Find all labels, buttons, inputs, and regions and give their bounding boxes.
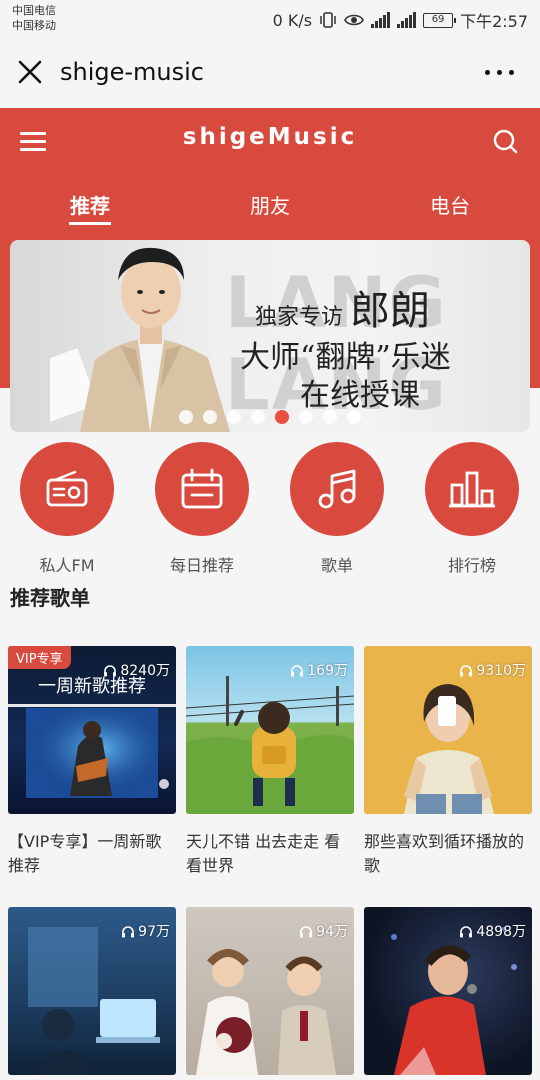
play-count: 97万 [121,921,170,941]
carousel-dot[interactable] [203,410,217,424]
more-options-icon[interactable] [485,70,514,75]
playlist-name: 那些喜欢到循环播放的歌 [364,832,525,875]
tab-recommend[interactable]: 推荐 [50,190,130,219]
clock: 下午2:57 [460,12,528,31]
battery-icon: 69 [423,12,457,28]
feature-label: 排行榜 [447,556,496,575]
banner-carousel[interactable]: LANG LANG 独家专访 郎朗 大师“翻牌”乐迷 在线授课 [10,240,530,432]
headphones-icon [122,925,135,937]
feature-label: 每日推荐 [169,556,234,575]
chart-bars-icon [449,471,495,508]
playlist-cover: 9310万 [364,646,532,814]
playlist-cover: 94万 [186,907,354,1075]
playlist-card[interactable]: VIP专享 一周新歌推荐 8240万 【VIP专享】一周新歌推荐 [8,646,176,878]
vibrate-icon [320,12,336,28]
search-icon[interactable] [492,128,518,154]
status-bar: 中国电信 中国移动 0 K/s 69 下午2:57 [0,0,540,40]
carousel-dot[interactable] [347,410,361,424]
carrier-1: 中国电信 [12,4,56,17]
banner-person-image [50,247,230,432]
app-title: shigeMusic [182,124,358,150]
carousel-dot[interactable] [179,410,193,424]
playlist-card[interactable]: 4898万 [364,907,532,1075]
carrier-2: 中国移动 [12,19,56,32]
network-speed: 0 K/s [272,10,313,30]
banner-line3: 在线授课 [300,378,420,413]
playlist-card[interactable]: 97万 [8,907,176,1075]
browser-title-bar: shige-music [0,40,540,108]
playlist-card[interactable]: 94万 [186,907,354,1075]
play-count: 8240万 [103,660,170,680]
play-count: 94万 [299,921,348,941]
carrier-info: 中国电信 中国移动 [12,3,56,33]
headphones-icon [460,925,473,937]
banner-line1-a: 独家专访 [255,305,344,330]
feature-charts[interactable]: 排行榜 [412,442,532,576]
feature-label: 歌单 [320,556,353,575]
headphones-icon [300,925,313,937]
carousel-dot[interactable] [299,410,313,424]
headphones-icon [460,664,473,676]
playlist-name: 天儿不错 出去走走 看看世界 [186,832,341,875]
carousel-dot[interactable] [275,410,289,424]
status-icons: 0 K/s 69 下午2:57 [273,8,528,32]
playlist-cover: VIP专享 一周新歌推荐 8240万 [8,646,176,814]
play-count: 4898万 [459,921,526,941]
carousel-indicator [10,410,530,424]
vip-badge: VIP专享 [8,646,71,669]
feature-label: 私人FM [39,556,95,575]
carousel-dot[interactable] [227,410,241,424]
signal-icon-1 [371,12,391,28]
feature-daily-recommend[interactable]: 每日推荐 [142,442,262,576]
playlist-cover: 169万 [186,646,354,814]
music-note-icon [318,469,356,509]
playlist-card[interactable]: 169万 天儿不错 出去走走 看看世界 [186,646,354,878]
feature-personal-fm[interactable]: 私人FM [7,442,127,576]
play-count: 169万 [290,660,348,680]
eye-icon [344,14,364,26]
page-title: shige-music [60,58,204,86]
play-count: 9310万 [459,660,526,680]
playlist-name: 【VIP专享】一周新歌推荐 [8,832,162,875]
feature-shortcuts: 私人FM 每日推荐 歌单 排行榜 [0,442,540,577]
radio-icon [46,470,88,507]
calendar-icon [181,468,223,509]
playlist-card[interactable]: 9310万 那些喜欢到循环播放的歌 [364,646,532,878]
banner-headline: 独家专访 郎朗 [255,278,430,336]
page: 中国电信 中国移动 0 K/s 69 下午2:57 shige-music sh… [0,0,540,1080]
banner-line1-b: 郎朗 [350,288,431,334]
carousel-dot[interactable] [323,410,337,424]
playlist-cover: 97万 [8,907,176,1075]
headphones-icon [291,664,304,676]
playlist-cover: 4898万 [364,907,532,1075]
tab-friends[interactable]: 朋友 [230,190,310,219]
signal-icon-2 [397,12,417,28]
feature-playlists[interactable]: 歌单 [277,442,397,576]
carousel-dot[interactable] [251,410,265,424]
section-title: 推荐歌单 [10,586,90,610]
close-icon[interactable] [16,58,44,86]
active-tab-indicator [69,222,111,225]
tab-radio[interactable]: 电台 [410,190,490,219]
headphones-icon [104,664,117,676]
